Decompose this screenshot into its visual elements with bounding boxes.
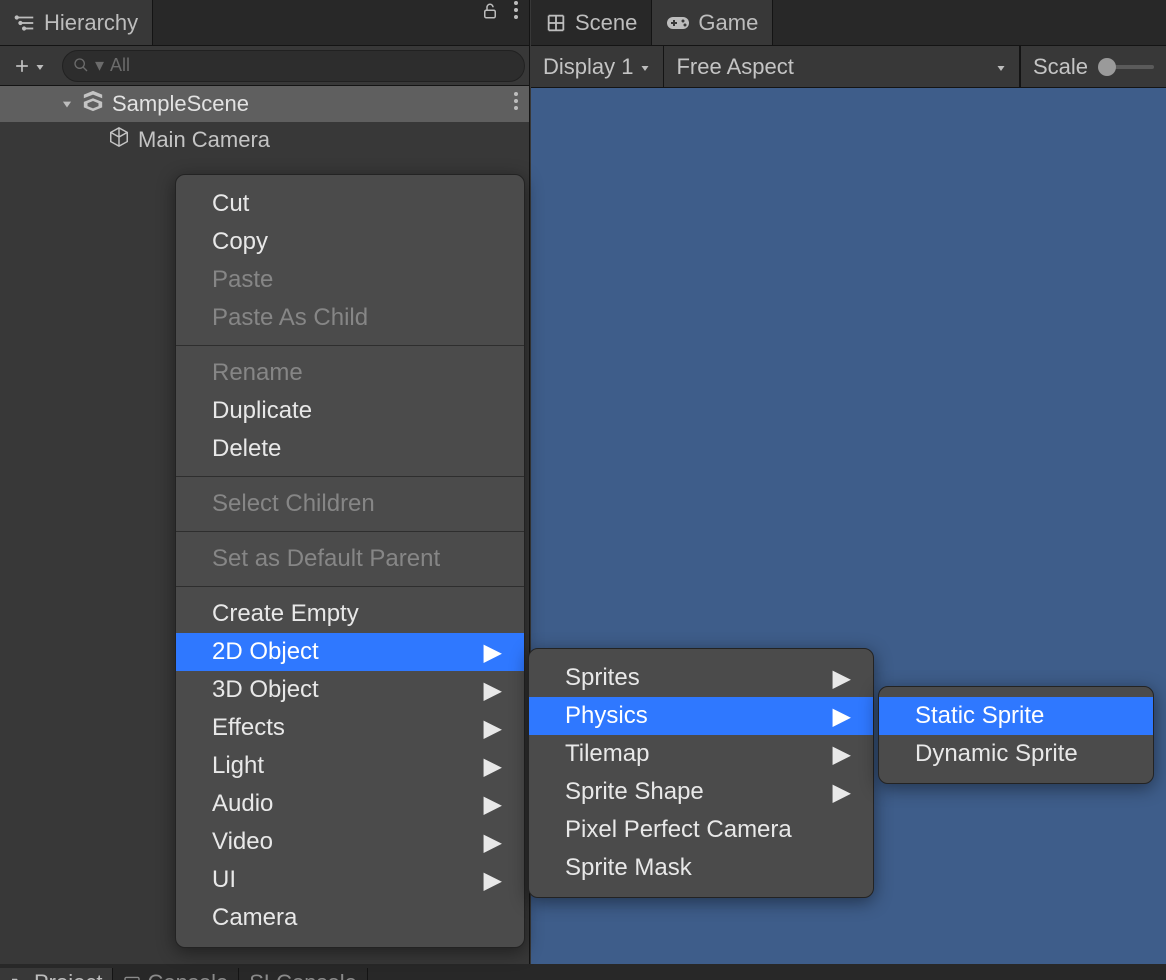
menu-delete[interactable]: Delete <box>176 430 524 468</box>
menu-create-empty[interactable]: Create Empty <box>176 595 524 633</box>
submenu-2d-object: Sprites▶ Physics▶ Tilemap▶ Sprite Shape▶… <box>528 648 874 898</box>
menu-ui[interactable]: UI▶ <box>176 861 524 899</box>
menu-light[interactable]: Light▶ <box>176 747 524 785</box>
left-tabs-row: Hierarchy <box>0 0 529 46</box>
tab-scene[interactable]: Scene <box>531 0 652 45</box>
menu-duplicate[interactable]: Duplicate <box>176 392 524 430</box>
submenu-arrow-icon: ▶ <box>454 790 502 819</box>
tab-project[interactable]: Project <box>0 968 113 980</box>
scale-label: Scale <box>1033 54 1088 80</box>
submenu-arrow-icon: ▶ <box>454 866 502 895</box>
menu-cut[interactable]: Cut <box>176 185 524 223</box>
scene-icon <box>545 12 567 34</box>
tab-console-label: Console <box>147 970 228 980</box>
submenu-pixel-perfect-camera[interactable]: Pixel Perfect Camera <box>529 811 873 849</box>
hierarchy-toolbar: ▾ All <box>0 46 529 86</box>
menu-select-children: Select Children <box>176 485 524 523</box>
display-label: Display 1 <box>543 54 633 80</box>
right-tabs-row: Scene Game <box>531 0 1166 46</box>
menu-separator <box>176 345 524 346</box>
tab-scene-label: Scene <box>575 10 637 36</box>
menu-audio[interactable]: Audio▶ <box>176 785 524 823</box>
chevron-down-icon <box>639 54 651 80</box>
submenu-arrow-icon: ▶ <box>803 702 851 731</box>
submenu-sprite-shape[interactable]: Sprite Shape▶ <box>529 773 873 811</box>
submenu-sprite-mask[interactable]: Sprite Mask <box>529 849 873 887</box>
submenu-arrow-icon: ▶ <box>803 740 851 769</box>
tab-console[interactable]: Console <box>113 968 239 980</box>
submenu-arrow-icon: ▶ <box>454 714 502 743</box>
menu-rename: Rename <box>176 354 524 392</box>
submenu-arrow-icon: ▶ <box>454 638 502 667</box>
submenu-arrow-icon: ▶ <box>803 778 851 807</box>
cube-icon <box>108 126 130 154</box>
submenu-tilemap[interactable]: Tilemap▶ <box>529 735 873 773</box>
gameobject-row[interactable]: Main Camera <box>0 122 529 158</box>
search-placeholder: All <box>110 55 130 76</box>
folder-icon <box>10 970 28 980</box>
menu-paste: Paste <box>176 261 524 299</box>
submenu-arrow-icon: ▶ <box>454 752 502 781</box>
tab-game-label: Game <box>698 10 758 36</box>
menu-paste-as-child: Paste As Child <box>176 299 524 337</box>
tab-project-label: Project <box>34 970 102 980</box>
submenu-arrow-icon: ▶ <box>454 828 502 857</box>
menu-camera[interactable]: Camera <box>176 899 524 937</box>
hierarchy-icon <box>14 12 36 34</box>
gameobject-label: Main Camera <box>138 127 270 153</box>
aspect-dropdown[interactable]: Free Aspect <box>664 46 1019 87</box>
chevron-down-icon <box>34 53 46 79</box>
scene-row[interactable]: SampleScene <box>0 86 529 122</box>
search-icon <box>73 53 89 79</box>
menu-effects[interactable]: Effects▶ <box>176 709 524 747</box>
submenu-arrow-icon: ▶ <box>803 664 851 693</box>
menu-copy[interactable]: Copy <box>176 223 524 261</box>
console-icon <box>123 970 141 980</box>
tab-game[interactable]: Game <box>652 0 773 45</box>
menu-video[interactable]: Video▶ <box>176 823 524 861</box>
menu-separator <box>176 531 524 532</box>
scene-kebab-icon[interactable] <box>513 91 519 117</box>
unity-logo-icon <box>82 90 104 118</box>
tab-slconsole[interactable]: SLConsole <box>239 968 368 980</box>
context-menu: Cut Copy Paste Paste As Child Rename Dup… <box>175 174 525 948</box>
aspect-label: Free Aspect <box>676 54 793 80</box>
bottom-tabs: Project Console SLConsole <box>0 964 1166 980</box>
submenu-dynamic-sprite[interactable]: Dynamic Sprite <box>879 735 1153 773</box>
scale-slider[interactable] <box>1100 65 1154 69</box>
scene-name: SampleScene <box>112 91 249 117</box>
submenu-sprites[interactable]: Sprites▶ <box>529 659 873 697</box>
submenu-physics[interactable]: Physics▶ <box>529 697 873 735</box>
scale-control: Scale <box>1020 46 1166 87</box>
display-dropdown[interactable]: Display 1 <box>531 46 664 87</box>
gamepad-icon <box>666 13 690 33</box>
add-object-button[interactable] <box>4 47 54 85</box>
lock-icon[interactable] <box>481 0 499 45</box>
menu-2d-object[interactable]: 2D Object ▶ <box>176 633 524 671</box>
submenu-arrow-icon: ▶ <box>454 676 502 705</box>
kebab-icon[interactable] <box>513 0 519 45</box>
submenu-physics: Static Sprite Dynamic Sprite <box>878 686 1154 784</box>
menu-set-default-parent: Set as Default Parent <box>176 540 524 578</box>
tab-hierarchy-label: Hierarchy <box>44 10 138 36</box>
tab-hierarchy[interactable]: Hierarchy <box>0 0 153 45</box>
search-input[interactable]: ▾ All <box>62 50 525 82</box>
menu-separator <box>176 586 524 587</box>
game-toolbar: Display 1 Free Aspect Scale <box>531 46 1166 88</box>
menu-3d-object[interactable]: 3D Object▶ <box>176 671 524 709</box>
tab-slconsole-label: SLConsole <box>249 970 357 980</box>
foldout-icon[interactable] <box>60 91 74 117</box>
submenu-static-sprite[interactable]: Static Sprite <box>879 697 1153 735</box>
slider-thumb[interactable] <box>1098 58 1116 76</box>
menu-separator <box>176 476 524 477</box>
chevron-down-icon <box>995 54 1007 80</box>
